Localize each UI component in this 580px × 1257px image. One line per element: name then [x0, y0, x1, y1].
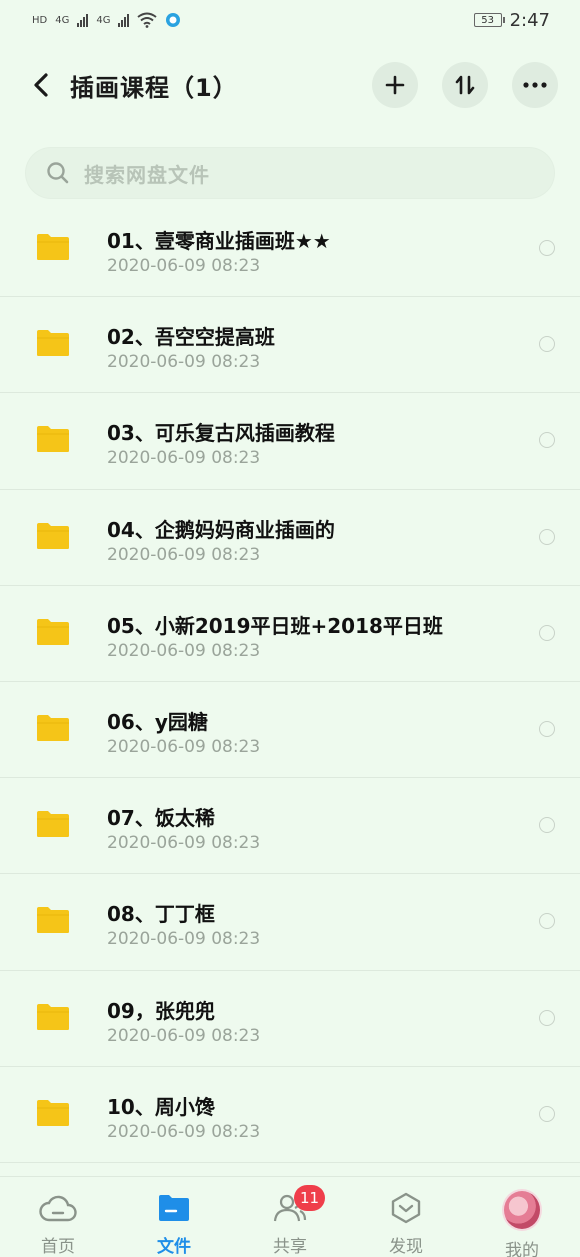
- file-name: 09，张兜兜: [107, 998, 215, 1023]
- folder-icon: [37, 714, 69, 741]
- cloud-icon: [38, 1190, 78, 1226]
- select-checkbox[interactable]: [539, 720, 555, 737]
- tab-mine[interactable]: 我的: [464, 1177, 580, 1257]
- page-title: 插画课程（1）: [70, 73, 238, 102]
- file-date: 2020-06-09 08:23: [107, 352, 261, 373]
- tab-home-label: 首页: [41, 1237, 75, 1257]
- file-name: 03、可乐复古风插画教程: [107, 421, 335, 446]
- select-checkbox[interactable]: [539, 817, 555, 834]
- select-checkbox[interactable]: [539, 528, 555, 545]
- folder-icon: [37, 426, 69, 453]
- file-name: 10、周小馋: [107, 1094, 215, 1119]
- tab-discover[interactable]: 发现: [348, 1177, 464, 1257]
- plus-icon: [385, 75, 405, 95]
- wifi-icon: [137, 12, 158, 28]
- file-row[interactable]: 08、丁丁框 2020-06-09 08:23: [0, 874, 580, 971]
- file-date: 2020-06-09 08:23: [107, 1025, 261, 1046]
- file-date: 2020-06-09 08:23: [107, 448, 261, 469]
- file-date: 2020-06-09 08:23: [107, 544, 261, 565]
- more-button[interactable]: [512, 62, 558, 108]
- tab-files[interactable]: 文件: [116, 1177, 232, 1257]
- folder-icon: [37, 330, 69, 357]
- tab-mine-label: 我的: [505, 1241, 539, 1257]
- tab-files-label: 文件: [157, 1237, 191, 1257]
- file-name: 01、壹零商业插画班★★: [107, 229, 331, 253]
- folder-icon: [37, 811, 69, 838]
- select-checkbox[interactable]: [539, 336, 555, 353]
- signal-icon: [77, 13, 89, 27]
- select-checkbox[interactable]: [539, 1105, 555, 1122]
- signal-icon-2: [118, 13, 130, 27]
- search-input[interactable]: 搜索网盘文件: [26, 148, 554, 198]
- file-row[interactable]: 07、饭太稀 2020-06-09 08:23: [0, 778, 580, 875]
- file-name: 05、小新2019平日班+2018平日班: [107, 613, 443, 638]
- search-placeholder: 搜索网盘文件: [84, 162, 210, 187]
- tab-home[interactable]: 首页: [0, 1177, 116, 1257]
- file-date: 2020-06-09 08:23: [107, 833, 261, 854]
- select-checkbox[interactable]: [539, 432, 555, 449]
- folder-icon: [37, 618, 69, 645]
- file-row[interactable]: 04、企鹅妈妈商业插画的 2020-06-09 08:23: [0, 490, 580, 586]
- file-row[interactable]: 02、吾空空提高班 2020-06-09 08:23: [0, 297, 580, 394]
- status-icons-left: HD 4G 4G: [32, 12, 181, 28]
- header: 插画课程（1）: [0, 58, 580, 112]
- folder-icon: [37, 522, 69, 549]
- more-horizontal-icon: [523, 82, 547, 88]
- file-name: 07、饭太稀: [107, 806, 215, 831]
- signal-label-2: 4G: [96, 14, 111, 26]
- sort-icon: [455, 75, 475, 95]
- file-name: 04、企鹅妈妈商业插画的: [107, 517, 335, 542]
- status-icons-right: 53 2:47: [473, 9, 550, 31]
- select-checkbox[interactable]: [539, 913, 555, 930]
- signal-label-1: 4G: [55, 14, 70, 26]
- file-row[interactable]: 09，张兜兜 2020-06-09 08:23: [0, 971, 580, 1067]
- file-row[interactable]: 06、y园糖 2020-06-09 08:23: [0, 682, 580, 779]
- chevron-left-icon: [34, 73, 48, 97]
- tab-share-label: 共享: [273, 1237, 307, 1257]
- bottom-tab-bar: 首页 文件 11 共享 发现 我的: [0, 1176, 580, 1257]
- select-checkbox[interactable]: [539, 1009, 555, 1026]
- folder-icon: [37, 907, 69, 934]
- file-row[interactable]: 01、壹零商业插画班★★ 2020-06-09 08:23: [0, 201, 580, 298]
- folder-icon: [37, 1003, 69, 1030]
- file-date: 2020-06-09 08:23: [107, 929, 261, 950]
- file-row[interactable]: 03、可乐复古风插画教程 2020-06-09 08:23: [0, 393, 580, 490]
- file-date: 2020-06-09 08:23: [107, 1121, 261, 1142]
- select-checkbox[interactable]: [539, 624, 555, 641]
- file-name: 02、吾空空提高班: [107, 325, 275, 350]
- sort-button[interactable]: [442, 62, 488, 108]
- search-icon: [47, 162, 69, 184]
- status-bar: HD 4G 4G 53 2:47: [0, 0, 580, 40]
- file-name: 08、丁丁框: [107, 902, 215, 927]
- discover-icon: [386, 1190, 426, 1226]
- add-button[interactable]: [372, 62, 418, 108]
- file-date: 2020-06-09 08:23: [107, 256, 261, 276]
- file-name: 06、y园糖: [107, 709, 208, 734]
- tab-share[interactable]: 11 共享: [232, 1177, 348, 1257]
- folder-icon: [154, 1190, 194, 1226]
- network-type: HD: [32, 14, 48, 26]
- file-row[interactable]: 10、周小馋 2020-06-09 08:23: [0, 1067, 580, 1163]
- clock: 2:47: [509, 9, 550, 31]
- back-button[interactable]: [26, 70, 56, 100]
- folder-icon: [37, 1099, 69, 1126]
- tab-discover-label: 发现: [389, 1237, 423, 1257]
- battery-icon: 53: [473, 13, 505, 27]
- file-date: 2020-06-09 08:23: [107, 640, 261, 661]
- avatar: [502, 1189, 542, 1231]
- select-checkbox[interactable]: [539, 240, 555, 256]
- file-date: 2020-06-09 08:23: [107, 736, 261, 757]
- share-badge: 11: [294, 1185, 326, 1211]
- file-list: 01、壹零商业插画班★★ 2020-06-09 08:23 02、吾空空提高班 202…: [0, 201, 580, 1163]
- app-notification-icon: [166, 13, 181, 27]
- folder-icon: [37, 234, 69, 260]
- file-row[interactable]: 05、小新2019平日班+2018平日班 2020-06-09 08:23: [0, 586, 580, 682]
